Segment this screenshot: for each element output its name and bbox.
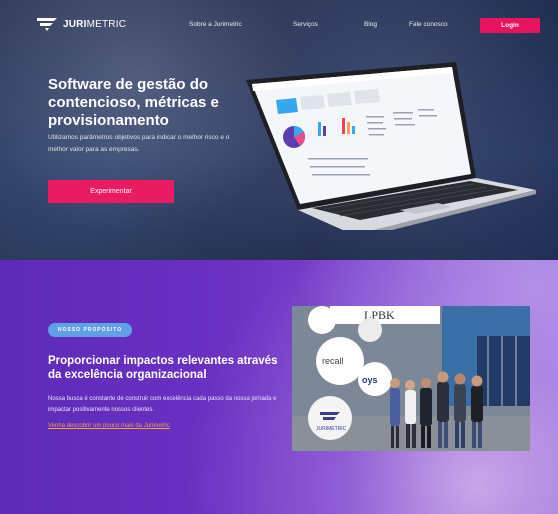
purpose-badge: NOSSO PROPÓSITO: [48, 323, 133, 337]
purpose-section: NOSSO PROPÓSITO Proporcionar impactos re…: [0, 260, 558, 514]
photo-banner-oys: oys: [362, 375, 378, 385]
nav-link-blog[interactable]: Blog: [364, 21, 377, 28]
jurimetric-logo-icon: [37, 18, 57, 31]
page: JURIMETRIC Sobre a Jurimetric Serviços B…: [0, 0, 558, 514]
hero-title: Software de gestão do contencioso, métri…: [48, 76, 219, 129]
team-photo: LPBK recall JURIMETRIC oys: [292, 306, 530, 451]
purpose-title: Proporcionar impactos relevantes através…: [48, 355, 278, 381]
top-nav: JURIMETRIC Sobre a Jurimetric Serviços B…: [0, 0, 558, 50]
brand-logo[interactable]: JURIMETRIC: [36, 16, 126, 32]
login-button[interactable]: Login: [480, 18, 540, 33]
brand-name: JURIMETRIC: [63, 18, 127, 30]
hero-subtitle: Utilizamos parâmetros objetivos para ind…: [48, 134, 230, 153]
photo-banner-recall: recall: [322, 356, 344, 366]
laptop-illustration: [246, 62, 536, 230]
hero-section: JURIMETRIC Sobre a Jurimetric Serviços B…: [0, 0, 558, 260]
discover-more-link[interactable]: Venha descobrir um pouco mais da Jurimet…: [48, 423, 170, 429]
purpose-body: Nossa busca é constante de construir com…: [48, 396, 277, 413]
nav-link-about[interactable]: Sobre a Jurimetric: [189, 21, 242, 28]
try-button[interactable]: Experimentar: [48, 180, 174, 203]
nav-link-contact[interactable]: Fale conosco: [409, 21, 448, 28]
nav-link-services[interactable]: Serviços: [293, 21, 318, 28]
photo-logo-text: JURIMETRIC: [316, 426, 347, 432]
